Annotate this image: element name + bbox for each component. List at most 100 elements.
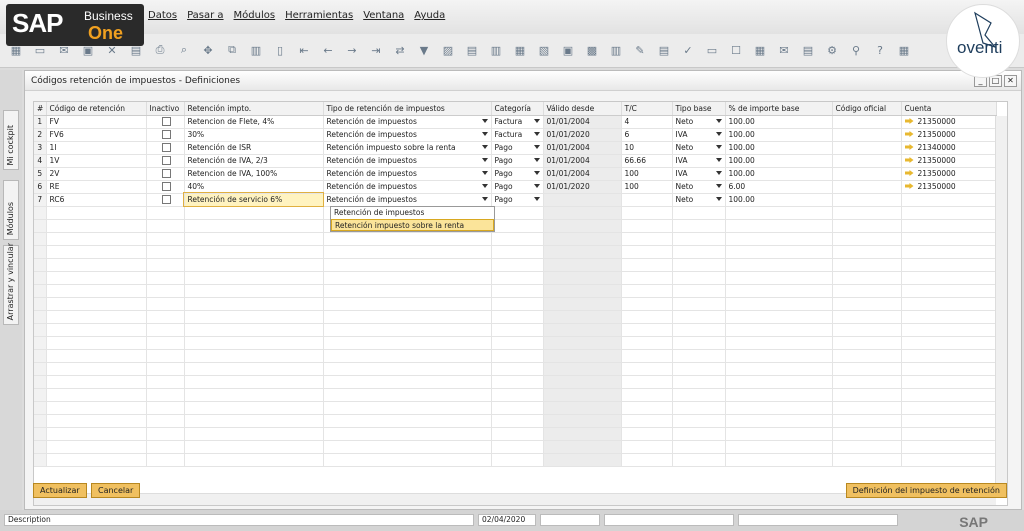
- toolbar-icon[interactable]: ▦: [512, 42, 528, 58]
- cell-cuenta[interactable]: [901, 323, 997, 337]
- toolbar-icon[interactable]: ▣: [560, 42, 576, 58]
- toolbar-icon[interactable]: →: [344, 42, 360, 58]
- cell-name[interactable]: [184, 310, 324, 324]
- cell-inactive[interactable]: [146, 310, 185, 324]
- cell-cat[interactable]: [491, 336, 544, 350]
- cell-date[interactable]: 01/01/2004: [543, 167, 622, 181]
- cell-inactive[interactable]: [146, 440, 185, 454]
- cell-type[interactable]: Retención de impuestos: [323, 128, 492, 142]
- dropdown-arrow-icon[interactable]: [715, 183, 722, 188]
- toolbar-icon[interactable]: ☐: [728, 42, 744, 58]
- dropdown-arrow-icon[interactable]: [715, 118, 722, 123]
- cell-date[interactable]: [543, 297, 622, 311]
- cell-type[interactable]: [323, 427, 492, 441]
- cell-base[interactable]: [672, 310, 726, 324]
- cell-base[interactable]: [672, 258, 726, 272]
- cell-type[interactable]: Retención de impuestos: [323, 115, 492, 129]
- cell-type[interactable]: [323, 440, 492, 454]
- cell-oficial[interactable]: [832, 375, 902, 389]
- cell-base[interactable]: [672, 206, 726, 220]
- cell-n[interactable]: [34, 297, 47, 311]
- cell-oficial[interactable]: [832, 349, 902, 363]
- link-arrow-icon[interactable]: [904, 131, 914, 137]
- dropdown-arrow-icon[interactable]: [481, 144, 488, 149]
- cell-cat[interactable]: [491, 375, 544, 389]
- cell-code[interactable]: 2V: [46, 167, 147, 181]
- cell-cat[interactable]: [491, 284, 544, 298]
- column-header[interactable]: Tipo base: [672, 102, 726, 116]
- dropdown-option[interactable]: Retención de impuestos: [331, 207, 494, 219]
- cell-tc[interactable]: 100: [621, 167, 673, 181]
- cell-cuenta[interactable]: [901, 193, 997, 207]
- cell-n[interactable]: [34, 349, 47, 363]
- cell-pct[interactable]: 6.00: [725, 180, 833, 194]
- column-header[interactable]: T/C: [621, 102, 673, 116]
- cell-code[interactable]: 1I: [46, 141, 147, 155]
- cell-cuenta[interactable]: [901, 206, 997, 220]
- dropdown-arrow-icon[interactable]: [533, 170, 540, 175]
- cell-n[interactable]: [34, 453, 47, 467]
- cell-type[interactable]: [323, 310, 492, 324]
- menu-item-módulos[interactable]: Módulos: [234, 10, 276, 21]
- toolbar-icon[interactable]: ⌕: [176, 42, 192, 58]
- cell-pct[interactable]: [725, 245, 833, 259]
- cell-code[interactable]: [46, 297, 147, 311]
- cell-cat[interactable]: [491, 297, 544, 311]
- cell-tc[interactable]: 6: [621, 128, 673, 142]
- cell-pct[interactable]: [725, 401, 833, 415]
- cell-base[interactable]: [672, 323, 726, 337]
- cell-inactive[interactable]: [146, 362, 185, 376]
- cell-date[interactable]: [543, 349, 622, 363]
- cell-type[interactable]: [323, 323, 492, 337]
- cell-date[interactable]: [543, 258, 622, 272]
- column-header[interactable]: Tipo de retención de impuestos: [323, 102, 492, 116]
- cell-type[interactable]: Retención impuesto sobre la renta: [323, 141, 492, 155]
- cell-cat[interactable]: [491, 401, 544, 415]
- toolbar-icon[interactable]: ▥: [248, 42, 264, 58]
- cell-date[interactable]: 01/01/2004: [543, 141, 622, 155]
- toolbar-icon[interactable]: ⚲: [848, 42, 864, 58]
- cell-name[interactable]: Retención de servicio 6%: [183, 192, 324, 207]
- cell-date[interactable]: [543, 427, 622, 441]
- dropdown-arrow-icon[interactable]: [481, 131, 488, 136]
- cell-base[interactable]: [672, 440, 726, 454]
- cell-name[interactable]: [184, 401, 324, 415]
- cell-cuenta[interactable]: [901, 414, 997, 428]
- cell-n[interactable]: [34, 401, 47, 415]
- cell-code[interactable]: [46, 336, 147, 350]
- cell-n[interactable]: [34, 219, 47, 233]
- cell-oficial[interactable]: [832, 180, 902, 194]
- toolbar-icon[interactable]: ▤: [464, 42, 480, 58]
- cell-type[interactable]: [323, 336, 492, 350]
- cell-inactive[interactable]: [146, 258, 185, 272]
- toolbar-icon[interactable]: ▤: [800, 42, 816, 58]
- cell-n[interactable]: 7: [34, 193, 47, 207]
- cell-code[interactable]: [46, 362, 147, 376]
- cell-name[interactable]: [184, 245, 324, 259]
- cell-name[interactable]: [184, 440, 324, 454]
- cell-cuenta[interactable]: [901, 232, 997, 246]
- dropdown-arrow-icon[interactable]: [533, 196, 540, 201]
- cell-n[interactable]: [34, 284, 47, 298]
- cell-name[interactable]: [184, 258, 324, 272]
- cell-oficial[interactable]: [832, 167, 902, 181]
- cell-cuenta[interactable]: 21350000: [901, 128, 997, 142]
- toolbar-icon[interactable]: ⇤: [296, 42, 312, 58]
- cell-tc[interactable]: 100: [621, 180, 673, 194]
- cell-inactive[interactable]: [146, 297, 185, 311]
- cell-tc[interactable]: [621, 414, 673, 428]
- cell-oficial[interactable]: [832, 440, 902, 454]
- cell-base[interactable]: [672, 414, 726, 428]
- cell-oficial[interactable]: [832, 414, 902, 428]
- cell-name[interactable]: [184, 414, 324, 428]
- link-arrow-icon[interactable]: [904, 170, 914, 176]
- cell-name[interactable]: 30%: [184, 128, 324, 142]
- cell-name[interactable]: [184, 362, 324, 376]
- cell-inactive[interactable]: [146, 167, 185, 181]
- cell-n[interactable]: 2: [34, 128, 47, 142]
- cell-pct[interactable]: [725, 258, 833, 272]
- cell-cat[interactable]: Pago: [491, 154, 544, 168]
- cell-cat[interactable]: [491, 427, 544, 441]
- cell-pct[interactable]: 100.00: [725, 115, 833, 129]
- cell-code[interactable]: [46, 323, 147, 337]
